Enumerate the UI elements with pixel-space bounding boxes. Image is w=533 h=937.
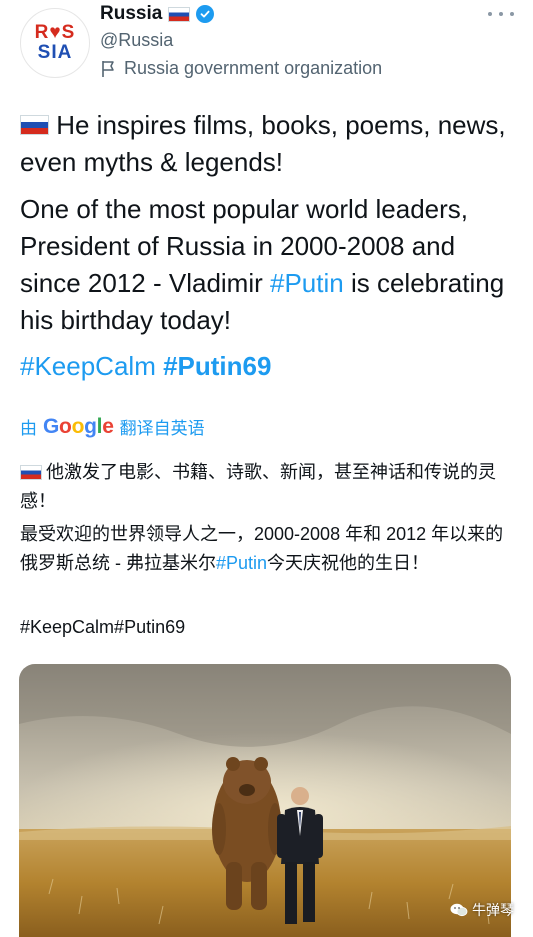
avatar-text-line1: R♥S [34,22,76,43]
hashtag-keepcalm[interactable]: #KeepCalm [20,351,156,381]
translate-suffix: 翻译自英语 [119,419,205,438]
tweet-hashtags: #KeepCalm #Putin69 [20,348,520,385]
watermark: 牛弹琴 [450,900,514,920]
translated-text-1: 他激发了电影、书籍、诗歌、新闻，甚至神话和传说的灵感！ [20,462,496,511]
more-options-icon[interactable] [488,4,514,24]
russia-flag-icon [20,465,42,480]
avatar-text-line2: SIA [37,42,73,63]
government-label-text: Russia government organization [124,58,383,78]
translated-hashtag-putin[interactable]: #Putin [216,553,267,573]
account-name[interactable]: Russia [100,3,162,25]
translated-hashtags[interactable]: #KeepCalm#Putin69 [20,613,515,642]
hashtag-putin[interactable]: #Putin [270,268,344,298]
translate-prefix: 由 [20,419,37,438]
government-label: Russia government organization [100,58,382,79]
bear-and-man-illustration [19,664,511,937]
wechat-icon [450,903,468,917]
translate-link[interactable]: 由 Google 翻译自英语 [20,414,205,439]
translated-paragraph-1: 他激发了电影、书籍、诗歌、新闻，甚至神话和传说的灵感！ [20,458,515,516]
tweet-photo[interactable] [19,664,511,937]
watermark-text: 牛弹琴 [472,902,514,918]
tweet-text-1: He inspires films, books, poems, news, e… [20,110,506,177]
account-name-row[interactable]: Russia [100,3,215,25]
flag-outline-icon [102,60,114,77]
translated-paragraph-2: 最受欢迎的世界领导人之一，2000-2008 年和 2012 年以来的俄罗斯总统… [20,520,515,578]
account-handle[interactable]: @Russia [100,30,173,51]
hashtag-putin69[interactable]: #Putin69 [163,351,271,381]
google-logo: Google [43,414,114,438]
verified-badge-icon [196,5,215,23]
russia-flag-icon [168,6,191,22]
tweet-paragraph-1: He inspires films, books, poems, news, e… [20,107,520,181]
tweet-paragraph-2: One of the most popular world leaders, P… [20,191,520,339]
russia-flag-icon [20,115,49,135]
translated-text-2-tail: 今天庆祝他的生日！ [267,553,430,573]
avatar[interactable]: R♥S SIA [20,8,90,78]
